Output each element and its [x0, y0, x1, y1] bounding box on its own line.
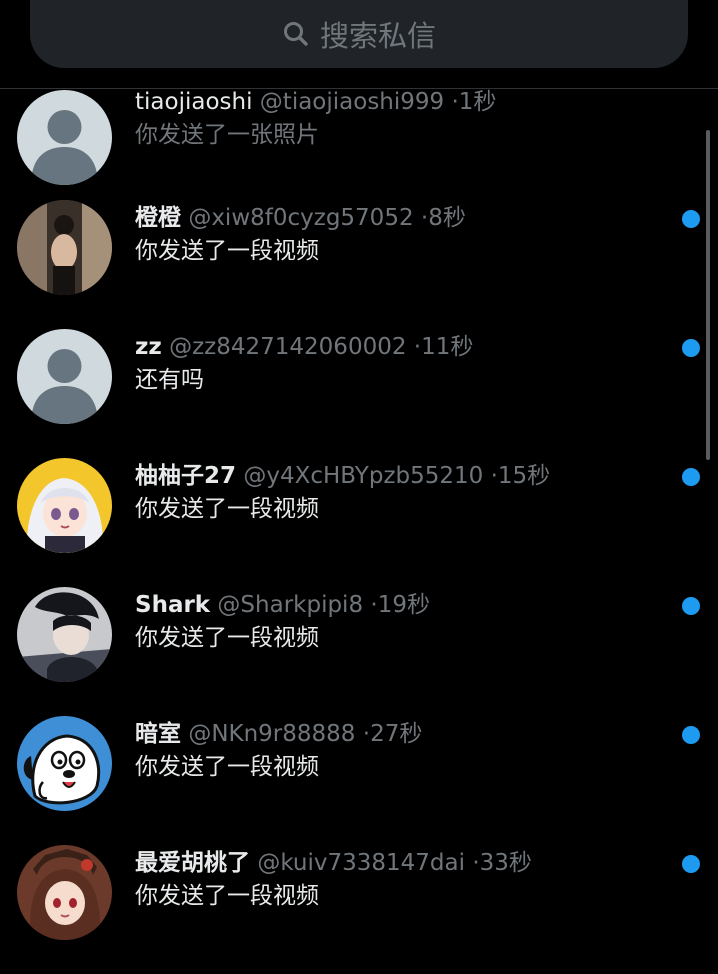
timestamp: 1秒 [458, 89, 497, 115]
unread-dot-icon [682, 726, 700, 744]
contact-name: 最爱胡桃了 [135, 850, 250, 876]
conversation-texts: 最爱胡桃了 @kuiv7338147dai ·33秒 你发送了一段视频 [135, 847, 678, 913]
anime-boy-avatar[interactable] [17, 587, 112, 682]
timestamp: 15秒 [497, 463, 551, 489]
message-preview: 还有吗 [135, 367, 204, 393]
contact-name: 橙橙 [135, 205, 181, 231]
contact-name: 柚柚子27 [135, 463, 237, 489]
conversation-item[interactable]: zz @zz8427142060002 ·11秒 还有吗 [0, 329, 718, 458]
timestamp: 11秒 [421, 334, 474, 360]
message-preview: 你发送了一段视频 [135, 883, 319, 909]
unread-dot-icon [682, 597, 700, 615]
timestamp: 8秒 [428, 205, 466, 231]
separator: · [451, 89, 459, 115]
timestamp: 27秒 [370, 721, 423, 747]
photo-avatar[interactable] [17, 200, 112, 295]
contact-name: 暗室 [135, 721, 181, 747]
separator: · [490, 463, 498, 489]
search-icon [282, 20, 310, 48]
unread-dot-icon [682, 468, 700, 486]
separator: · [362, 721, 371, 747]
conversation-list: tiaojiaoshi @tiaojiaoshi999 ·1秒 你发送了一张照片… [0, 88, 718, 974]
contact-name: tiaojiaoshi [135, 89, 253, 115]
contact-name: zz [135, 334, 162, 360]
unread-dot-icon [682, 855, 700, 873]
message-preview: 你发送了一段视频 [135, 238, 319, 264]
conversation-item[interactable]: 暗室 @NKn9r88888 ·27秒 你发送了一段视频 [0, 716, 718, 845]
default-avatar[interactable] [17, 329, 112, 424]
contact-handle: @zz8427142060002 [169, 334, 407, 360]
conversation-texts: 暗室 @NKn9r88888 ·27秒 你发送了一段视频 [135, 718, 678, 784]
conversation-item[interactable]: 橙橙 @xiw8f0cyzg57052 ·8秒 你发送了一段视频 [0, 200, 718, 329]
contact-handle: @xiw8f0cyzg57052 [188, 205, 414, 231]
separator: · [413, 334, 422, 360]
search-bar[interactable]: 搜索私信 [30, 0, 688, 68]
timestamp: 33秒 [479, 850, 532, 876]
conversation-texts: zz @zz8427142060002 ·11秒 还有吗 [135, 331, 678, 397]
contact-name: Shark [135, 592, 211, 618]
conversation-item[interactable]: 柚柚子27 @y4XcHBYpzb55210 ·15秒 你发送了一段视频 [0, 458, 718, 587]
message-preview: 你发送了一张照片 [135, 122, 319, 148]
cartoon-dog-avatar[interactable] [17, 716, 112, 811]
default-avatar[interactable] [17, 90, 112, 185]
unread-dot-icon [682, 210, 700, 228]
contact-handle: @Sharkpipi8 [217, 592, 364, 618]
conversation-texts: 柚柚子27 @y4XcHBYpzb55210 ·15秒 你发送了一段视频 [135, 460, 678, 526]
contact-handle: @y4XcHBYpzb55210 [243, 463, 484, 489]
conversation-item[interactable]: 最爱胡桃了 @kuiv7338147dai ·33秒 你发送了一段视频 [0, 845, 718, 974]
conversation-texts: tiaojiaoshi @tiaojiaoshi999 ·1秒 你发送了一张照片 [135, 88, 678, 152]
message-preview: 你发送了一段视频 [135, 625, 319, 651]
separator: · [370, 592, 378, 618]
unread-dot-icon [682, 339, 700, 357]
contact-handle: @NKn9r88888 [188, 721, 356, 747]
message-preview: 你发送了一段视频 [135, 754, 319, 780]
timestamp: 19秒 [377, 592, 430, 618]
conversation-texts: Shark @Sharkpipi8 ·19秒 你发送了一段视频 [135, 589, 678, 655]
separator: · [472, 850, 480, 876]
search-field[interactable]: 搜索私信 [282, 13, 436, 55]
conversation-item[interactable]: tiaojiaoshi @tiaojiaoshi999 ·1秒 你发送了一张照片 [0, 88, 718, 200]
contact-handle: @kuiv7338147dai [257, 850, 466, 876]
anime-character-avatar[interactable] [17, 845, 112, 940]
message-preview: 你发送了一段视频 [135, 496, 319, 522]
search-placeholder: 搜索私信 [319, 19, 436, 53]
contact-handle: @tiaojiaoshi999 [259, 89, 445, 115]
anime-girl-avatar[interactable] [17, 458, 112, 553]
conversation-texts: 橙橙 @xiw8f0cyzg57052 ·8秒 你发送了一段视频 [135, 202, 678, 268]
conversation-item[interactable]: Shark @Sharkpipi8 ·19秒 你发送了一段视频 [0, 587, 718, 716]
